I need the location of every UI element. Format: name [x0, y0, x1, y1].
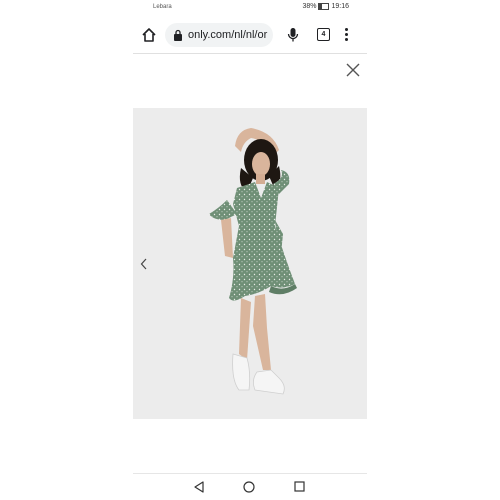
nav-back-icon[interactable]: [193, 481, 205, 493]
address-bar[interactable]: only.com/nl/nl/or: [165, 23, 273, 47]
status-indicators: 38% 19:16: [302, 3, 349, 10]
status-bar: Lebara 38% 19:16: [133, 0, 367, 17]
menu-icon[interactable]: [343, 27, 349, 43]
browser-toolbar: only.com/nl/nl/or 4: [133, 18, 367, 52]
lock-icon: [174, 29, 182, 41]
phone-screen: Lebara 38% 19:16 only.com/nl/nl/or 4: [133, 0, 367, 500]
product-image[interactable]: [133, 108, 367, 419]
nav-home-icon[interactable]: [243, 481, 255, 493]
model-illustration: [209, 128, 297, 395]
url-text: only.com/nl/nl/or: [188, 29, 268, 41]
battery-icon: [318, 3, 330, 10]
home-icon[interactable]: [141, 27, 157, 43]
toolbar-divider: [133, 53, 367, 54]
tabs-icon[interactable]: 4: [317, 28, 330, 41]
mic-icon[interactable]: [287, 27, 299, 43]
system-nav-bar: [133, 474, 367, 500]
clock: 19:16: [331, 3, 349, 10]
chevron-left-icon[interactable]: [140, 258, 148, 270]
battery-percent: 38%: [302, 3, 317, 10]
nav-recent-icon[interactable]: [294, 481, 305, 492]
close-icon[interactable]: [345, 62, 361, 78]
carrier-label: Lebara: [153, 4, 172, 10]
